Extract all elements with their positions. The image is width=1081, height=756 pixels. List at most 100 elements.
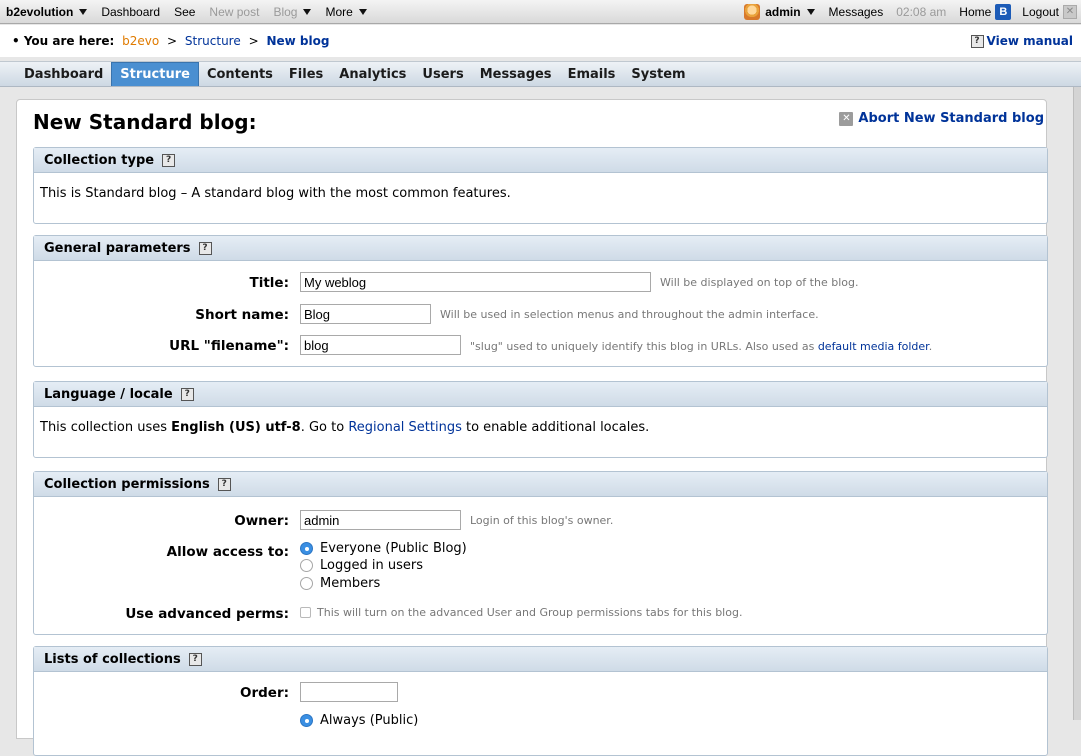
chevron-down-icon (79, 8, 88, 15)
chevron-down-icon (303, 8, 312, 15)
allow-access-label: Allow access to: (166, 544, 289, 560)
advanced-perms-option[interactable]: This will turn on the advanced User and … (300, 606, 742, 619)
help-icon[interactable]: ? (217, 477, 231, 491)
breadcrumb-separator: > (167, 34, 178, 48)
toolbar-blog-menu: Blog (266, 5, 318, 19)
user-name: admin (765, 4, 801, 19)
section-title: General parameters (44, 240, 191, 256)
locale-name: English (US) utf-8 (171, 420, 301, 435)
avatar (744, 3, 761, 20)
toolbar-logout-link[interactable]: Logout ✕ (1015, 4, 1081, 19)
radio-selected[interactable] (300, 714, 313, 727)
radio-label: Always (Public) (320, 713, 419, 728)
radio-label: Everyone (Public Blog) (320, 541, 467, 556)
top-toolbar: b2evolution Dashboard See New post Blog … (0, 0, 1081, 24)
toolbar-more-menu[interactable]: More (318, 5, 373, 19)
locale-text-a: This collection uses (40, 420, 167, 435)
url-filename-input[interactable] (300, 335, 461, 355)
brand-menu[interactable]: b2evolution (0, 5, 94, 19)
radio-unselected[interactable] (300, 577, 313, 590)
abort-new-blog-link[interactable]: ✕ Abort New Standard blog (839, 111, 1044, 126)
default-media-folder-link[interactable]: default media folder (818, 340, 929, 353)
tab-dashboard[interactable]: Dashboard (16, 62, 111, 86)
locale-text-b: . Go to (300, 420, 345, 435)
breadcrumb: • You are here: b2evo > Structure > New … (0, 25, 1081, 57)
help-icon[interactable]: ? (188, 652, 202, 666)
logout-label: Logout (1022, 4, 1059, 19)
order-label: Order: (239, 685, 289, 701)
home-label: Home (959, 4, 992, 19)
breadcrumb-separator: > (248, 34, 259, 48)
view-manual-link[interactable]: ? View manual (970, 34, 1074, 48)
section-header: Language / locale ? (34, 382, 1047, 407)
tab-files[interactable]: Files (281, 62, 331, 86)
url-filename-label: URL "filename": (169, 338, 289, 354)
owner-help-text: Login of this blog's owner. (470, 514, 614, 527)
help-icon[interactable]: ? (198, 241, 212, 255)
collection-permissions-section: Collection permissions ? Owner: Login of… (33, 471, 1048, 635)
general-parameters-section: General parameters ? Title: Will be disp… (33, 235, 1048, 367)
brand-label: b2evolution (6, 4, 74, 19)
radio-unselected[interactable] (300, 559, 313, 572)
section-title: Language / locale (44, 386, 173, 402)
help-icon[interactable]: ? (162, 153, 176, 167)
locale-text-c: to enable additional locales. (466, 420, 650, 435)
url-note-end: . (928, 340, 933, 353)
url-note-text: "slug" used to uniquely identify this bl… (470, 340, 815, 353)
toolbar-new-post-link: New post (209, 4, 260, 19)
radio-selected[interactable] (300, 542, 313, 555)
more-menu-label: More (325, 4, 353, 19)
breadcrumb-structure-link[interactable]: Structure (185, 34, 241, 48)
breadcrumb-lead: • You are here: (12, 34, 115, 48)
view-manual-label: View manual (986, 34, 1074, 48)
radio-label: Members (320, 576, 381, 591)
breadcrumb-current: New blog (266, 34, 330, 48)
tab-messages[interactable]: Messages (472, 62, 560, 86)
radio-label: Logged in users (320, 558, 423, 573)
language-locale-section: Language / locale ? This collection uses… (33, 381, 1048, 458)
section-title: Collection type (44, 152, 155, 168)
lists-of-collections-section: Lists of collections ? Order: Always (Pu… (33, 646, 1048, 756)
advanced-perms-checkbox[interactable] (300, 607, 311, 618)
order-input[interactable] (300, 682, 398, 702)
help-icon[interactable]: ? (180, 387, 194, 401)
title-input[interactable] (300, 272, 651, 292)
section-header: Collection type ? (34, 148, 1047, 173)
tab-system[interactable]: System (623, 62, 693, 86)
close-icon: ✕ (839, 111, 854, 126)
access-option-everyone[interactable]: Everyone (Public Blog) (300, 541, 467, 556)
section-title: Lists of collections (44, 651, 181, 667)
toolbar-dashboard-link[interactable]: Dashboard (94, 5, 167, 19)
tab-contents[interactable]: Contents (199, 62, 281, 86)
toolbar-messages-link[interactable]: Messages (822, 5, 891, 19)
owner-input[interactable] (300, 510, 461, 530)
breadcrumb-root-link[interactable]: b2evo (122, 34, 159, 48)
regional-settings-link[interactable]: Regional Settings (348, 420, 462, 435)
section-header: General parameters ? (34, 236, 1047, 261)
locale-description: This collection uses English (US) utf-8.… (34, 407, 1047, 435)
visibility-option-always[interactable]: Always (Public) (300, 713, 418, 728)
tab-users[interactable]: Users (414, 62, 471, 86)
toolbar-see-link[interactable]: See (167, 5, 202, 19)
close-icon: ✕ (1063, 4, 1077, 19)
blog-home-icon: B (995, 3, 1012, 20)
access-option-logged-in[interactable]: Logged in users (300, 558, 423, 573)
blog-menu-label: Blog (273, 4, 298, 19)
toolbar-clock: 02:08 am (896, 4, 947, 19)
tab-analytics[interactable]: Analytics (331, 62, 414, 86)
toolbar-home-link[interactable]: Home B (952, 3, 1015, 20)
advanced-perms-label: Use advanced perms: (125, 606, 289, 622)
user-menu[interactable]: admin (737, 3, 821, 20)
short-name-input[interactable] (300, 304, 431, 324)
main-tabs: Dashboard Structure Contents Files Analy… (0, 61, 1081, 87)
abort-label: Abort New Standard blog (858, 111, 1044, 126)
title-help-text: Will be displayed on top of the blog. (660, 276, 859, 289)
section-header: Collection permissions ? (34, 472, 1047, 497)
collection-type-section: Collection type ? This is Standard blog … (33, 147, 1048, 224)
scrollbar[interactable] (1073, 87, 1081, 720)
short-name-label: Short name: (195, 307, 289, 323)
tab-structure[interactable]: Structure (111, 62, 199, 86)
tab-emails[interactable]: Emails (560, 62, 624, 86)
access-option-members[interactable]: Members (300, 576, 380, 591)
help-icon: ? (970, 34, 984, 48)
